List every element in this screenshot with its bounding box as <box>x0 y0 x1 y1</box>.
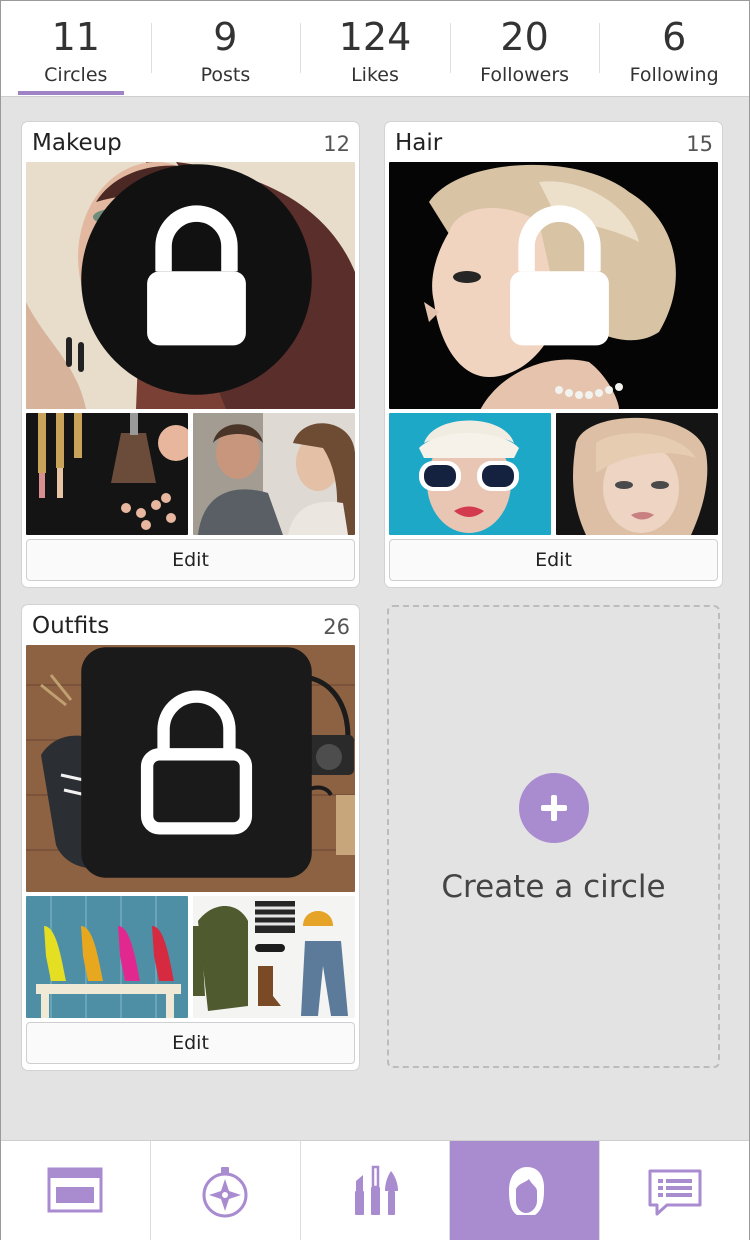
stat-label: Likes <box>351 64 399 86</box>
circle-count: 26 <box>323 615 350 639</box>
woman-white-sunglasses-photo[interactable] <box>389 413 551 535</box>
stat-value: 20 <box>500 15 549 59</box>
lock-icon <box>81 647 312 878</box>
edit-circle-button[interactable]: Edit <box>389 539 718 581</box>
stat-circles-tab[interactable]: 11 Circles <box>1 1 151 96</box>
circle-card-hair[interactable]: Hair 15 Edit <box>385 122 722 587</box>
woman-eye-makeup-photo[interactable] <box>26 162 355 409</box>
stat-value: 124 <box>338 15 412 59</box>
circle-count: 15 <box>686 132 713 156</box>
bottom-nav <box>1 1140 749 1240</box>
makeup-brushes-photo[interactable] <box>26 413 188 535</box>
stat-posts-tab[interactable]: 9 Posts <box>150 1 301 96</box>
nav-beauty[interactable] <box>299 1141 450 1240</box>
stat-following-tab[interactable]: 6 Following <box>599 1 749 96</box>
nav-discover[interactable] <box>149 1141 300 1240</box>
edit-circle-button[interactable]: Edit <box>26 1022 355 1064</box>
edit-circle-button[interactable]: Edit <box>26 539 355 581</box>
stat-followers-tab[interactable]: 20 Followers <box>449 1 600 96</box>
colorful-high-heels-photo[interactable] <box>26 896 188 1018</box>
nav-profile[interactable] <box>449 1141 600 1240</box>
profile-stats-bar: 11 Circles 9 Posts 124 Likes 20 Follower… <box>1 1 749 97</box>
stat-likes-tab[interactable]: 124 Likes <box>300 1 450 96</box>
nav-messages[interactable] <box>599 1141 749 1240</box>
woman-applying-makeup-photo[interactable] <box>193 413 355 535</box>
makeup-icon <box>354 1165 398 1215</box>
nav-feed[interactable] <box>1 1141 150 1240</box>
create-circle-button[interactable]: Create a circle <box>387 605 720 1068</box>
lock-icon <box>81 164 312 395</box>
stat-label: Circles <box>44 64 108 86</box>
blonde-updo-profile-photo[interactable] <box>389 162 718 409</box>
active-tab-indicator <box>18 91 124 95</box>
circle-title: Makeup <box>32 130 122 156</box>
circle-title: Hair <box>395 130 443 156</box>
stat-value: 9 <box>213 15 238 59</box>
create-circle-label: Create a circle <box>441 869 666 905</box>
blonde-bob-haircut-photo[interactable] <box>556 413 718 535</box>
stat-value: 11 <box>51 15 100 59</box>
profile-icon <box>508 1166 544 1215</box>
circle-card-makeup[interactable]: Makeup 12 Edit <box>22 122 359 587</box>
messages-icon <box>648 1169 702 1215</box>
flatlay-sneakers-notebook-camera-photo[interactable] <box>26 645 355 892</box>
plus-icon <box>519 773 589 843</box>
outfit-flatlay-jacket-jeans-photo[interactable] <box>193 896 355 1018</box>
circle-count: 12 <box>323 132 350 156</box>
stat-label: Following <box>629 64 719 86</box>
compass-icon <box>202 1166 248 1217</box>
lock-icon <box>510 205 609 346</box>
feed-icon <box>47 1167 103 1212</box>
stat-label: Posts <box>200 64 251 86</box>
circle-title: Outfits <box>32 613 110 639</box>
stat-value: 6 <box>662 15 687 59</box>
stat-label: Followers <box>480 64 570 86</box>
circle-card-outfits[interactable]: Outfits 26 Edit <box>22 605 359 1070</box>
